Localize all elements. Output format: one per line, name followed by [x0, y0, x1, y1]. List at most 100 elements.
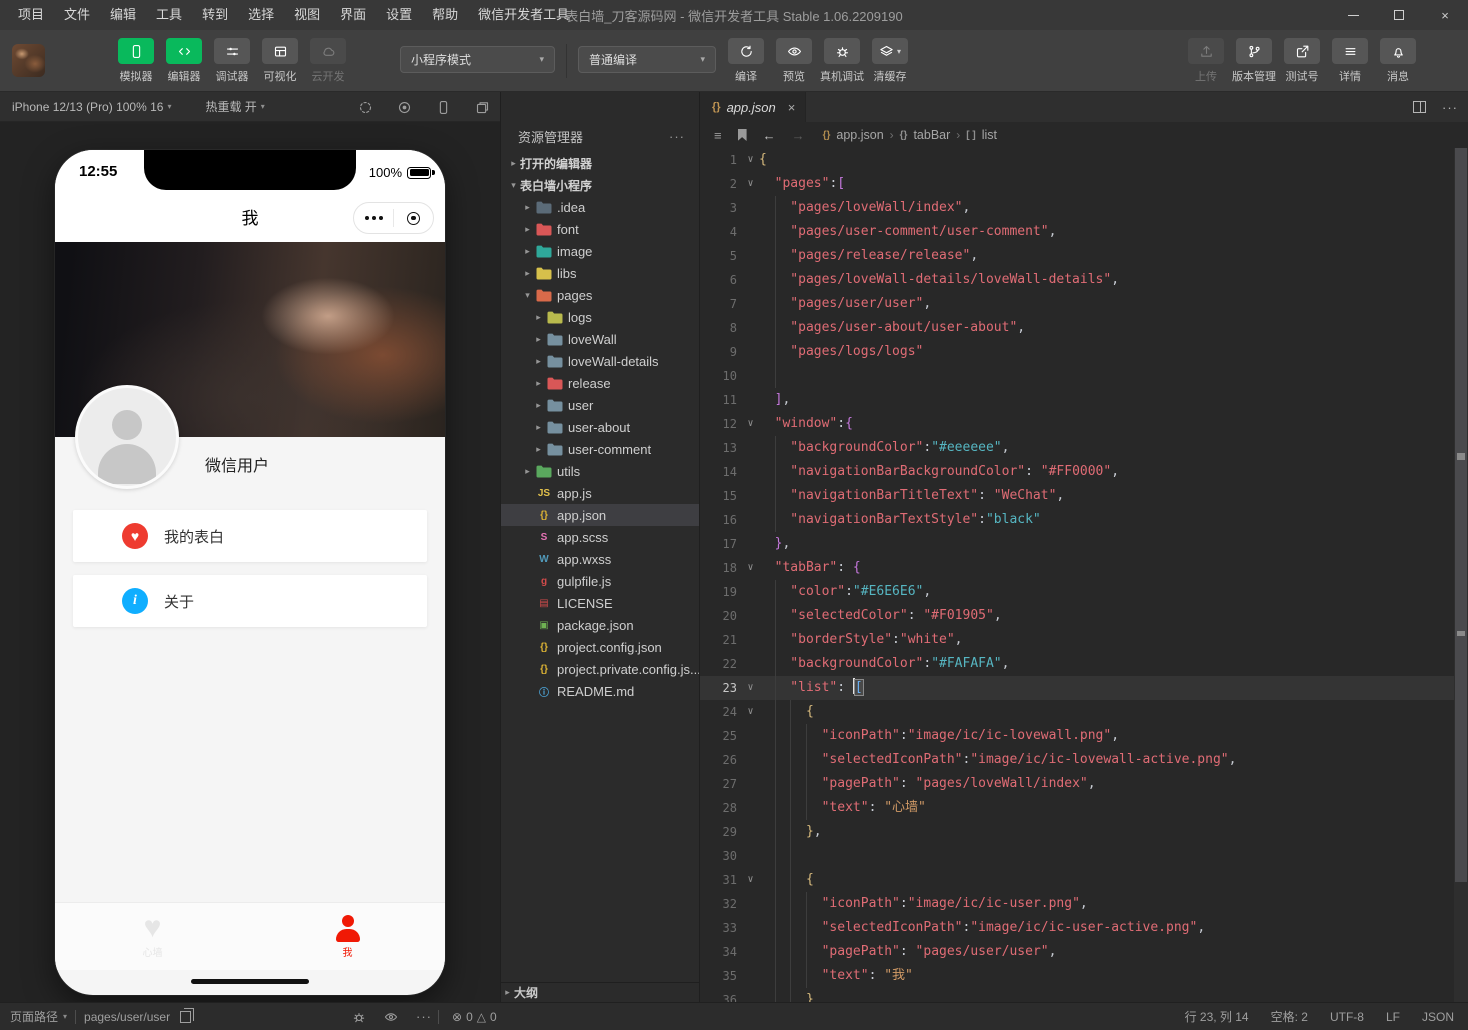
tree-item[interactable]: ▸logs: [501, 306, 699, 328]
multi-window-icon[interactable]: [475, 100, 490, 115]
more-actions-icon[interactable]: ···: [1442, 100, 1458, 115]
about-item[interactable]: i 关于: [73, 575, 427, 627]
bookmark-icon[interactable]: [738, 129, 747, 141]
code-line[interactable]: 11],: [700, 388, 1454, 412]
code-line[interactable]: 13"backgroundColor":"#eeeeee",: [700, 436, 1454, 460]
menu-item[interactable]: 编辑: [100, 0, 146, 30]
tree-item[interactable]: ▣package.json: [501, 614, 699, 636]
toolbar-button-bell[interactable]: 消息: [1374, 38, 1422, 84]
tree-item[interactable]: ▸user: [501, 394, 699, 416]
maximize-button[interactable]: [1376, 0, 1422, 30]
code-area[interactable]: 1∨{2∨"pages":[3"pages/loveWall/index",4"…: [700, 148, 1454, 1002]
toolbar-button-eye[interactable]: 预览: [770, 38, 818, 84]
menu-item[interactable]: 界面: [330, 0, 376, 30]
scrollbar-thumb[interactable]: [1455, 148, 1467, 882]
more-icon[interactable]: [354, 216, 393, 220]
menu-item[interactable]: 视图: [284, 0, 330, 30]
code-line[interactable]: 9"pages/logs/logs": [700, 340, 1454, 364]
tab-item-me[interactable]: 我: [250, 903, 445, 970]
tree-item[interactable]: ▸user-comment: [501, 438, 699, 460]
menu-item[interactable]: 微信开发者工具: [468, 0, 579, 30]
code-line[interactable]: 34"pagePath": "pages/user/user",: [700, 940, 1454, 964]
toolbar-button-menu[interactable]: 详情: [1326, 38, 1374, 84]
code-line[interactable]: 24∨{: [700, 700, 1454, 724]
toolbar-button-external[interactable]: 测试号: [1278, 38, 1326, 84]
tree-item[interactable]: ▾pages: [501, 284, 699, 306]
explorer-section[interactable]: ▸打开的编辑器: [501, 152, 699, 174]
fold-chevron-icon[interactable]: ∨: [742, 700, 759, 724]
tree-item[interactable]: ▸loveWall-details: [501, 350, 699, 372]
code-line[interactable]: 21"borderStyle":"white",: [700, 628, 1454, 652]
my-confession-item[interactable]: ♥ 我的表白: [73, 510, 427, 562]
code-line[interactable]: 28"text": "心墙": [700, 796, 1454, 820]
close-tab-icon[interactable]: ×: [788, 100, 796, 115]
breadcrumb-item[interactable]: list: [982, 128, 997, 142]
code-line[interactable]: 7"pages/user/user",: [700, 292, 1454, 316]
code-line[interactable]: 35"text": "我": [700, 964, 1454, 988]
menu-item[interactable]: 工具: [146, 0, 192, 30]
code-line[interactable]: 3"pages/loveWall/index",: [700, 196, 1454, 220]
fold-chevron-icon[interactable]: ∨: [742, 148, 759, 172]
cursor-position[interactable]: 行 23, 列 14: [1185, 1008, 1249, 1025]
code-line[interactable]: 26"selectedIconPath":"image/ic/ic-lovewa…: [700, 748, 1454, 772]
tree-item[interactable]: ▸font: [501, 218, 699, 240]
tree-item[interactable]: ggulpfile.js: [501, 570, 699, 592]
compile-mode-select[interactable]: 普通编译 ▾: [578, 46, 716, 73]
navigate-forward-icon[interactable]: →: [792, 128, 805, 143]
code-line[interactable]: 1∨{: [700, 148, 1454, 172]
code-line[interactable]: 36}: [700, 988, 1454, 1002]
copy-path-icon[interactable]: [180, 1011, 191, 1023]
split-editor-icon[interactable]: [1413, 101, 1426, 113]
tree-item[interactable]: ▸utils: [501, 460, 699, 482]
code-line[interactable]: 22"backgroundColor":"#FAFAFA",: [700, 652, 1454, 676]
editor-scrollbar[interactable]: [1454, 148, 1468, 1002]
avatar[interactable]: [75, 385, 179, 489]
menu-item[interactable]: 帮助: [422, 0, 468, 30]
code-line[interactable]: 23∨"list": [: [700, 676, 1454, 700]
code-line[interactable]: 8"pages/user-about/user-about",: [700, 316, 1454, 340]
fold-chevron-icon[interactable]: ∨: [742, 868, 759, 892]
code-line[interactable]: 4"pages/user-comment/user-comment",: [700, 220, 1454, 244]
mode-select[interactable]: 小程序模式 ▾: [400, 46, 555, 73]
record-icon[interactable]: [397, 100, 412, 115]
problems-indicator[interactable]: ⊗ 0 △ 0: [452, 1010, 497, 1024]
more-actions-icon[interactable]: ···: [416, 1009, 432, 1024]
more-actions-icon[interactable]: ···: [669, 129, 685, 144]
code-line[interactable]: 30: [700, 844, 1454, 868]
code-line[interactable]: 19"color":"#E6E6E6",: [700, 580, 1454, 604]
breadcrumb-item[interactable]: tabBar: [913, 128, 950, 142]
toolbar-button-upload[interactable]: 上传: [1182, 38, 1230, 84]
page-path-selector[interactable]: 页面路径 ▾: [10, 1008, 67, 1025]
code-line[interactable]: 33"selectedIconPath":"image/ic/ic-user-a…: [700, 916, 1454, 940]
close-button[interactable]: ×: [1422, 0, 1468, 30]
preview-icon[interactable]: [384, 1010, 398, 1024]
tree-item[interactable]: {}project.config.json: [501, 636, 699, 658]
indentation-setting[interactable]: 空格: 2: [1271, 1008, 1308, 1025]
toolbar-button-layout[interactable]: 可视化: [256, 38, 304, 84]
user-avatar[interactable]: [12, 44, 45, 77]
code-line[interactable]: 5"pages/release/release",: [700, 244, 1454, 268]
code-line[interactable]: 25"iconPath":"image/ic/ic-lovewall.png",: [700, 724, 1454, 748]
outline-list-icon[interactable]: ≡: [714, 128, 722, 143]
fold-chevron-icon[interactable]: ∨: [742, 412, 759, 436]
restart-icon[interactable]: [358, 100, 373, 115]
fold-chevron-icon[interactable]: ∨: [742, 172, 759, 196]
code-line[interactable]: 16"navigationBarTextStyle":"black": [700, 508, 1454, 532]
hot-reload-toggle[interactable]: 热重载 开 ▾: [205, 98, 264, 115]
toolbar-button-layers[interactable]: ▾清缓存: [866, 38, 914, 84]
code-line[interactable]: 15"navigationBarTitleText": "WeChat",: [700, 484, 1454, 508]
fold-chevron-icon[interactable]: ∨: [742, 556, 759, 580]
code-line[interactable]: 27"pagePath": "pages/loveWall/index",: [700, 772, 1454, 796]
toolbar-button-phone[interactable]: 模拟器: [112, 38, 160, 84]
code-line[interactable]: 31∨{: [700, 868, 1454, 892]
device-select[interactable]: iPhone 12/13 (Pro) 100% 16 ▾: [12, 100, 171, 114]
toolbar-button-refresh[interactable]: 编译: [722, 38, 770, 84]
code-line[interactable]: 6"pages/loveWall-details/loveWall-detail…: [700, 268, 1454, 292]
code-line[interactable]: 17},: [700, 532, 1454, 556]
tab-item-heart-wall[interactable]: ♥ 心墙: [55, 903, 250, 970]
exit-target-icon[interactable]: [394, 212, 433, 225]
eol-setting[interactable]: LF: [1386, 1010, 1400, 1024]
toolbar-button-branch[interactable]: 版本管理: [1230, 38, 1278, 84]
minimize-button[interactable]: [1330, 0, 1376, 30]
tree-item[interactable]: ⓘREADME.md: [501, 680, 699, 702]
